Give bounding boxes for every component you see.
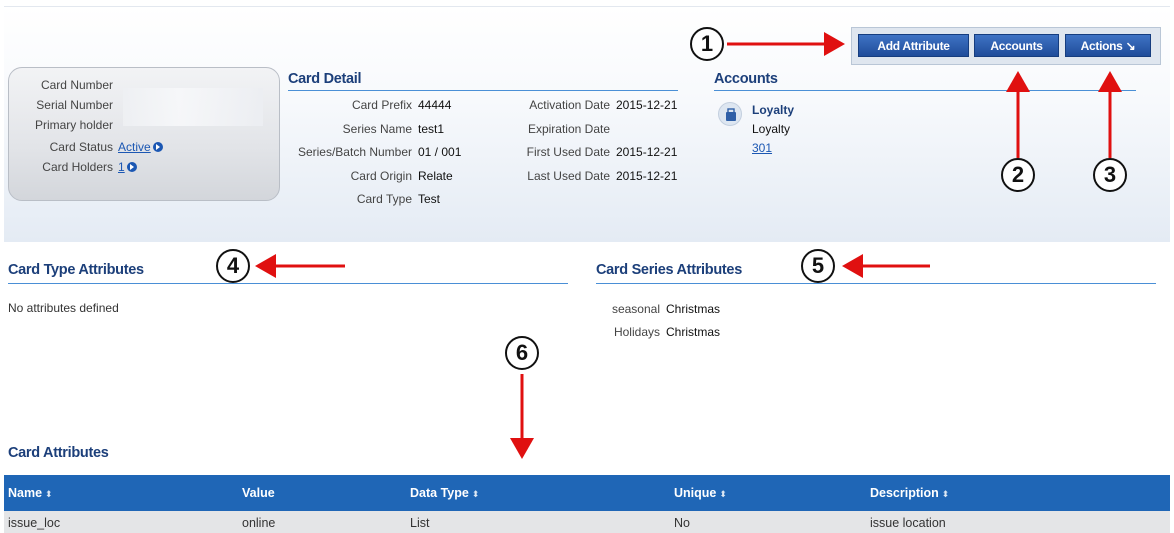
callout-6: 6 <box>505 336 539 370</box>
annotation-arrows <box>255 32 1122 459</box>
callout-4: 4 <box>216 249 250 283</box>
callout-2: 2 <box>1001 158 1035 192</box>
callout-1: 1 <box>690 27 724 61</box>
callout-3: 3 <box>1093 158 1127 192</box>
callout-5: 5 <box>801 249 835 283</box>
